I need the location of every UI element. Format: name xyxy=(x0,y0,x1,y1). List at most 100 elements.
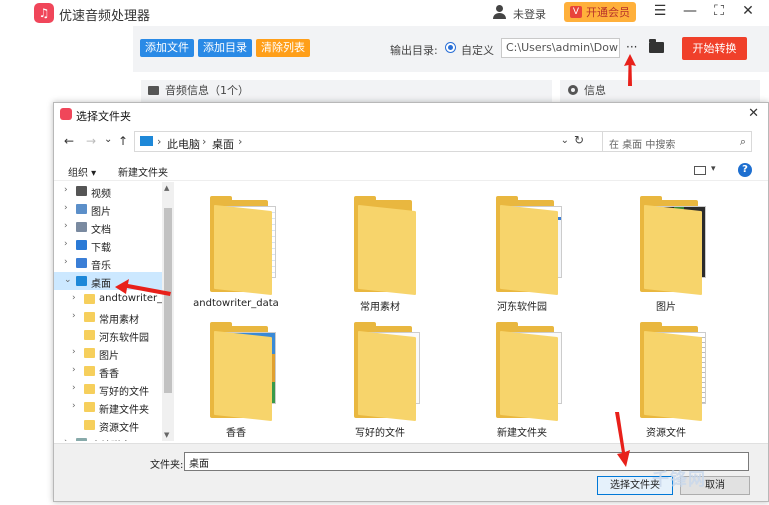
folder-grid: andtowriter_data 常用素材 河东软件园 图片 香香 写好的文件 新建文件夹资… xyxy=(176,182,768,441)
chevron-icon[interactable]: › xyxy=(72,365,76,375)
tree-item-label: 新建文件夹 xyxy=(99,405,149,416)
folder-item[interactable]: 香香 xyxy=(176,308,296,439)
login-link[interactable]: 未登录 xyxy=(513,6,546,22)
download-icon xyxy=(76,240,87,250)
chevron-icon[interactable]: › xyxy=(64,185,68,195)
view-options-icon[interactable] xyxy=(694,166,706,175)
chevron-icon[interactable]: ⌄ xyxy=(64,275,72,285)
tree-item-label: 写好的文件 xyxy=(99,387,149,398)
output-path-input[interactable]: C:\Users\admin\Downlo xyxy=(501,38,620,58)
dialog-close-icon[interactable]: ✕ xyxy=(748,106,759,121)
help-icon[interactable]: ? xyxy=(738,163,752,177)
tree-item[interactable]: › 新建文件夹 xyxy=(54,398,174,416)
user-icon[interactable] xyxy=(492,4,507,20)
output-dir-label: 输出目录: xyxy=(390,44,438,57)
tree-item[interactable]: › 音乐 xyxy=(54,254,174,272)
close-icon[interactable]: ✕ xyxy=(740,3,756,19)
view-dropdown-icon[interactable]: ▾ xyxy=(711,164,716,174)
custom-radio[interactable] xyxy=(445,42,456,53)
video-icon xyxy=(76,186,87,196)
chevron-icon[interactable]: › xyxy=(72,293,76,303)
folder-item[interactable]: 新建文件夹 xyxy=(462,308,582,439)
tree-item[interactable]: › 图片 xyxy=(54,344,174,362)
breadcrumb-sep-icon: › xyxy=(157,135,162,148)
tree-item[interactable]: › 本地磁盘 (C:) xyxy=(54,434,174,441)
folder-icon xyxy=(84,294,95,304)
tree-item[interactable]: 资源文件 xyxy=(54,416,174,434)
chevron-icon[interactable]: › xyxy=(72,347,76,357)
breadcrumb-desktop[interactable]: 桌面 xyxy=(212,136,234,152)
folder-item[interactable]: andtowriter_data xyxy=(176,182,296,312)
tree-item-label: 音乐 xyxy=(91,261,111,272)
organize-menu[interactable]: 组织 ▾ xyxy=(68,164,96,179)
tree-item[interactable]: › 下载 xyxy=(54,236,174,254)
clear-list-button[interactable]: 清除列表 xyxy=(256,39,310,57)
navigation-tree: › 视频 › 图片 › 文档 › 下载 › 音乐 ⌄ 桌面 › andtowriter_da › 常用素材 河东… xyxy=(54,182,174,441)
tree-item[interactable]: › 写好的文件 xyxy=(54,380,174,398)
tree-item[interactable]: › 文档 xyxy=(54,218,174,236)
vip-button-label: 开通会员 xyxy=(586,6,630,19)
chevron-icon[interactable]: › xyxy=(64,203,68,213)
folder-label: 写好的文件 xyxy=(355,428,405,439)
audio-info-header: 音频信息（1个） xyxy=(141,80,552,102)
folder-icon xyxy=(84,366,95,376)
chevron-icon[interactable]: › xyxy=(72,383,76,393)
maximize-icon[interactable]: ⛶ xyxy=(711,3,727,19)
folder-item[interactable]: 河东软件园 xyxy=(462,182,582,313)
dialog-app-icon xyxy=(60,108,72,120)
folder-icon xyxy=(210,322,276,422)
search-icon: ⌕ xyxy=(739,135,746,148)
breadcrumb-this-pc[interactable]: 此电脑 xyxy=(167,136,200,152)
search-input[interactable]: 在 桌面 中搜索 ⌕ xyxy=(602,131,752,152)
tree-item-label: 图片 xyxy=(91,207,111,218)
folder-icon xyxy=(84,312,95,322)
custom-radio-label: 自定义 xyxy=(461,44,494,57)
tree-item[interactable]: 河东软件园 xyxy=(54,326,174,344)
scroll-up-icon[interactable]: ▲ xyxy=(164,184,169,192)
folder-icon xyxy=(84,330,95,340)
breadcrumb-sep-icon: › xyxy=(238,135,243,148)
chevron-icon[interactable]: › xyxy=(72,311,76,321)
tree-scrollbar[interactable]: ▲ ▼ xyxy=(162,182,174,441)
tree-item-label: 本地磁盘 (C:) xyxy=(91,437,152,441)
tree-item-label: 图片 xyxy=(99,351,119,362)
chevron-icon[interactable]: › xyxy=(64,257,68,267)
up-arrow-icon[interactable]: ↑ xyxy=(118,134,128,148)
chevron-icon[interactable]: › xyxy=(72,401,76,411)
drive-icon xyxy=(76,438,87,441)
open-folder-icon[interactable] xyxy=(649,39,664,53)
start-convert-button[interactable]: 开始转换 xyxy=(682,37,747,60)
folder-icon xyxy=(640,196,706,296)
back-arrow-icon[interactable]: ← xyxy=(64,134,74,148)
forward-arrow-icon[interactable]: → xyxy=(86,134,96,148)
app-logo-icon: ♫ xyxy=(34,3,54,23)
tree-item[interactable]: › 图片 xyxy=(54,200,174,218)
app-titlebar: ♫ 优速音频处理器 未登录 V 开通会员 ☰ — ⛶ ✕ xyxy=(0,0,769,26)
minimize-icon[interactable]: — xyxy=(682,3,698,19)
vip-button[interactable]: V 开通会员 xyxy=(564,2,636,22)
chevron-icon[interactable]: › xyxy=(64,221,68,231)
chevron-icon[interactable]: › xyxy=(64,239,68,249)
annotation-arrow-down xyxy=(615,412,630,467)
tree-item-label: 香香 xyxy=(99,369,119,380)
add-directory-button[interactable]: 添加目录 xyxy=(198,39,252,57)
folder-item[interactable]: 图片 xyxy=(606,182,726,313)
folder-item[interactable]: 常用素材 xyxy=(320,182,440,313)
chevron-icon[interactable]: › xyxy=(64,437,68,441)
pictures-icon xyxy=(76,204,87,214)
address-bar[interactable]: › 此电脑 › 桌面 › ⌄ xyxy=(134,131,614,152)
dialog-nav-bar: ← → ⌄ ↑ › 此电脑 › 桌面 › ⌄ ↻ 在 桌面 中搜索 ⌕ xyxy=(54,130,768,154)
menu-icon[interactable]: ☰ xyxy=(652,3,668,19)
folder-label: 香香 xyxy=(226,428,246,439)
tree-item-label: 资源文件 xyxy=(99,423,139,434)
dialog-title: 选择文件夹 xyxy=(76,110,131,123)
refresh-icon[interactable]: ↻ xyxy=(574,133,584,147)
recent-dropdown-icon[interactable]: ⌄ xyxy=(104,134,112,145)
tree-item[interactable]: › 香香 xyxy=(54,362,174,380)
tree-item[interactable]: › 视频 xyxy=(54,182,174,200)
folder-item[interactable]: 写好的文件 xyxy=(320,308,440,439)
tree-item[interactable]: › 常用素材 xyxy=(54,308,174,326)
address-dropdown-icon[interactable]: ⌄ xyxy=(561,135,569,146)
add-file-button[interactable]: 添加文件 xyxy=(140,39,194,57)
new-folder-button[interactable]: 新建文件夹 xyxy=(118,164,168,179)
